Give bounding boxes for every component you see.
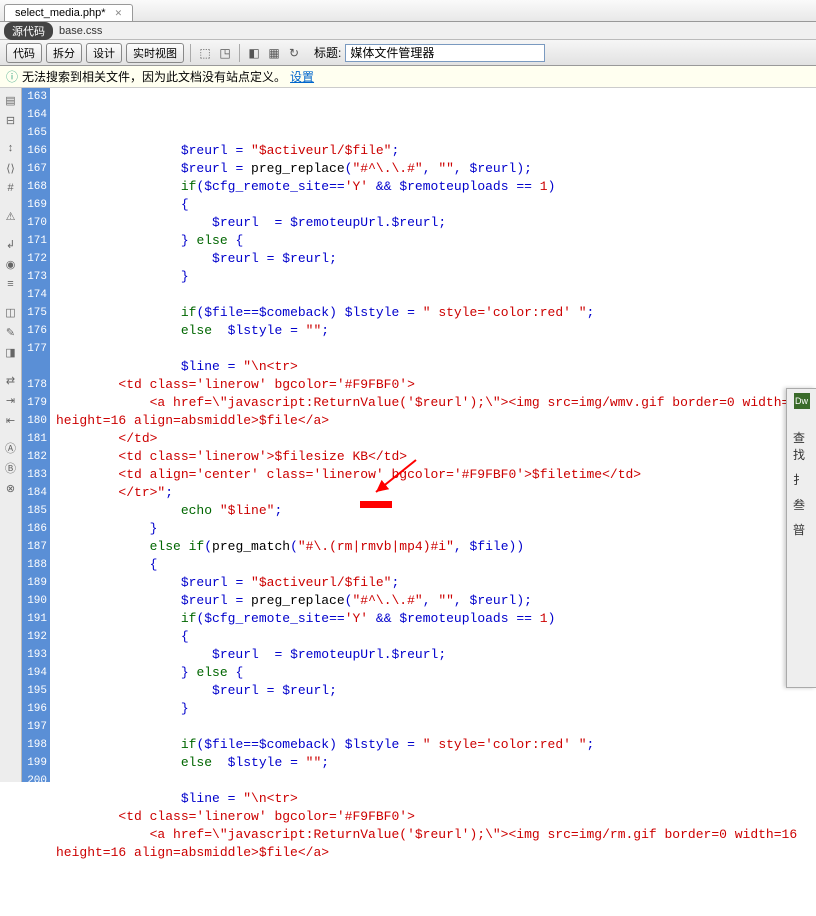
related-files-bar: 源代码 base.css bbox=[0, 22, 816, 40]
main-area: ▤ ⊟ ↕ ⟨⟩ # ⚠ ↲ ◉ ≡ ◫ ✎ ◨ ⇄ ⇥ ⇤ Ⓐ Ⓑ ⊗ 163… bbox=[0, 88, 816, 782]
balance-braces-icon[interactable]: ⟨⟩ bbox=[3, 160, 19, 176]
code-line[interactable]: $line = "\n<tr> bbox=[56, 358, 816, 376]
format-icon-1[interactable]: Ⓐ bbox=[3, 440, 19, 456]
code-line[interactable]: height=16 align=absmiddle>$file</a> bbox=[56, 412, 816, 430]
word-wrap-icon[interactable]: ↲ bbox=[3, 236, 19, 252]
file-tab-label: select_media.php* bbox=[15, 7, 106, 19]
snippets-icon[interactable]: ◫ bbox=[3, 304, 19, 320]
search-panel[interactable]: Dw 查找 扌 叁 暜 bbox=[786, 388, 816, 688]
css-link[interactable]: base.css bbox=[59, 25, 102, 37]
code-line[interactable]: $reurl = $remoteupUrl.$reurl; bbox=[56, 646, 816, 664]
code-line[interactable]: { bbox=[56, 196, 816, 214]
open-docs-icon[interactable]: ▤ bbox=[3, 92, 19, 108]
code-line[interactable]: } bbox=[56, 700, 816, 718]
code-line[interactable]: $reurl = $reurl; bbox=[56, 682, 816, 700]
code-view-button[interactable]: 代码 bbox=[6, 43, 42, 63]
code-line[interactable]: $line = "\n<tr> bbox=[56, 790, 816, 808]
recent-snippet-icon[interactable]: ◨ bbox=[3, 344, 19, 360]
code-line[interactable]: $reurl = "$activeurl/$file"; bbox=[56, 142, 816, 160]
code-line[interactable]: { bbox=[56, 556, 816, 574]
code-line[interactable]: <a href=\"javascript:ReturnValue('$reurl… bbox=[56, 394, 816, 412]
info-icon: ⓘ bbox=[6, 68, 18, 85]
annotation-highlight bbox=[360, 501, 392, 508]
split-view-button[interactable]: 拆分 bbox=[46, 43, 82, 63]
code-line[interactable]: if($cfg_remote_site=='Y' && $remoteuploa… bbox=[56, 178, 816, 196]
inspect-icon[interactable]: ⬚ bbox=[197, 45, 213, 61]
code-line[interactable]: $reurl = preg_replace("#^\.\.#", "", $re… bbox=[56, 592, 816, 610]
code-line[interactable]: $reurl = "$activeurl/$file"; bbox=[56, 574, 816, 592]
panel-row-2: 叁 bbox=[789, 496, 814, 513]
code-area[interactable]: $reurl = "$activeurl/$file"; $reurl = pr… bbox=[50, 88, 816, 782]
separator bbox=[239, 44, 240, 62]
outdent-icon[interactable]: ⇤ bbox=[3, 412, 19, 428]
code-line[interactable]: } bbox=[56, 520, 816, 538]
line-gutter: 1631641651661671681691701711721731741751… bbox=[22, 88, 50, 782]
code-line[interactable]: $reurl = preg_replace("#^\.\.#", "", $re… bbox=[56, 160, 816, 178]
auto-indent-icon[interactable]: ≡ bbox=[3, 276, 19, 292]
code-editor[interactable]: 1631641651661671681691701711721731741751… bbox=[22, 88, 816, 782]
code-line[interactable] bbox=[56, 772, 816, 790]
move-css-icon[interactable]: ⇄ bbox=[3, 372, 19, 388]
browser-icon[interactable]: ◳ bbox=[217, 45, 233, 61]
code-line[interactable]: <td class='linerow' bgcolor='#F9FBF0'> bbox=[56, 808, 816, 826]
indent-icon[interactable]: ⇥ bbox=[3, 392, 19, 408]
dw-icon: Dw bbox=[794, 393, 810, 409]
comment-icon[interactable]: ✎ bbox=[3, 324, 19, 340]
collapse-icon[interactable]: ⊟ bbox=[3, 112, 19, 128]
file-tab-bar: select_media.php* ✕ bbox=[0, 0, 816, 22]
code-line[interactable] bbox=[56, 718, 816, 736]
title-label: 标题: bbox=[314, 44, 341, 61]
code-line[interactable]: $reurl = $remoteupUrl.$reurl; bbox=[56, 214, 816, 232]
info-bar: ⓘ 无法搜索到相关文件，因为此文档没有站点定义。 设置 bbox=[0, 66, 816, 88]
code-line[interactable] bbox=[56, 340, 816, 358]
info-message: 无法搜索到相关文件，因为此文档没有站点定义。 bbox=[22, 68, 286, 85]
code-line[interactable]: $reurl = $reurl; bbox=[56, 250, 816, 268]
line-numbers-icon[interactable]: # bbox=[3, 180, 19, 196]
code-line[interactable]: <td align='center' class='linerow' bgcol… bbox=[56, 466, 816, 484]
code-line[interactable]: else $lstyle = ""; bbox=[56, 322, 816, 340]
code-line[interactable]: </td> bbox=[56, 430, 816, 448]
code-line[interactable]: echo "$line"; bbox=[56, 502, 816, 520]
code-line[interactable]: if($file==$comeback) $lstyle = " style='… bbox=[56, 304, 816, 322]
live-view-button[interactable]: 实时视图 bbox=[126, 43, 184, 63]
panel-row-1: 扌 bbox=[789, 471, 814, 488]
nav-icon[interactable]: ◧ bbox=[246, 45, 262, 61]
syntax-color-icon[interactable]: ◉ bbox=[3, 256, 19, 272]
panel-row-3: 暜 bbox=[789, 521, 814, 538]
search-panel-label: 查找 bbox=[789, 429, 814, 463]
title-input[interactable] bbox=[345, 44, 545, 62]
code-line[interactable]: </tr>"; bbox=[56, 484, 816, 502]
code-line[interactable]: <td class='linerow' bgcolor='#F9FBF0'> bbox=[56, 376, 816, 394]
view-toolbar: 代码 拆分 设计 实时视图 ⬚ ◳ ◧ ▦ ↻ 标题: bbox=[0, 40, 816, 66]
code-line[interactable]: if($file==$comeback) $lstyle = " style='… bbox=[56, 736, 816, 754]
code-line[interactable] bbox=[56, 286, 816, 304]
code-line[interactable]: { bbox=[56, 628, 816, 646]
code-line[interactable]: } bbox=[56, 268, 816, 286]
highlight-invalid-icon[interactable]: ⚠ bbox=[3, 208, 19, 224]
reference-icon[interactable]: ⊗ bbox=[3, 480, 19, 496]
file-tab[interactable]: select_media.php* ✕ bbox=[4, 4, 133, 21]
separator bbox=[190, 44, 191, 62]
source-pill[interactable]: 源代码 bbox=[4, 22, 53, 40]
format-icon-2[interactable]: Ⓑ bbox=[3, 460, 19, 476]
close-icon[interactable]: ✕ bbox=[115, 8, 123, 18]
code-line[interactable]: <a href=\"javascript:ReturnValue('$reurl… bbox=[56, 826, 816, 844]
code-line[interactable]: <td class='linerow'>$filesize KB</td> bbox=[56, 448, 816, 466]
code-line[interactable]: } else { bbox=[56, 232, 816, 250]
code-line[interactable]: } else { bbox=[56, 664, 816, 682]
select-parent-icon[interactable]: ↕ bbox=[3, 140, 19, 156]
code-line[interactable]: if($cfg_remote_site=='Y' && $remoteuploa… bbox=[56, 610, 816, 628]
code-line[interactable]: else $lstyle = ""; bbox=[56, 754, 816, 772]
settings-link[interactable]: 设置 bbox=[290, 68, 314, 85]
design-view-button[interactable]: 设计 bbox=[86, 43, 122, 63]
refresh-icon[interactable]: ↻ bbox=[286, 45, 302, 61]
visual-aids-icon[interactable]: ▦ bbox=[266, 45, 282, 61]
code-line[interactable]: height=16 align=absmiddle>$file</a> bbox=[56, 844, 816, 862]
code-toolbar: ▤ ⊟ ↕ ⟨⟩ # ⚠ ↲ ◉ ≡ ◫ ✎ ◨ ⇄ ⇥ ⇤ Ⓐ Ⓑ ⊗ bbox=[0, 88, 22, 782]
code-line[interactable]: else if(preg_match("#\.(rm|rmvb|mp4)#i",… bbox=[56, 538, 816, 556]
